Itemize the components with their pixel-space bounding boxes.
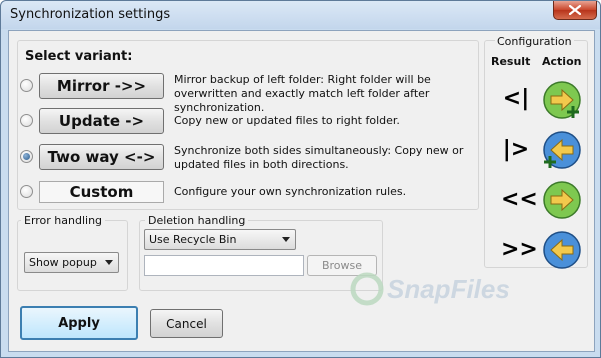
custom-button[interactable]: Custom [39, 181, 164, 203]
title-bar: Synchronization settings [1, 1, 600, 29]
deletion-handling-select[interactable]: Use Recycle Bin [144, 229, 296, 250]
action-column-header: Action [542, 55, 582, 68]
close-button[interactable] [553, 1, 597, 20]
configuration-group: Configuration Result Action <| |> << >> [484, 35, 588, 270]
mirror-radio[interactable] [20, 79, 33, 92]
variant-row-two-way: Two way <-> Synchronize both sides simul… [18, 142, 478, 172]
settings-window: Synchronization settings Select variant:… [0, 0, 601, 358]
green-right-arrow-plus-icon[interactable] [542, 80, 582, 120]
result-left-only: <| [502, 86, 530, 111]
variant-row-custom: Custom Configure your own synchronizatio… [18, 177, 478, 207]
update-button[interactable]: Update -> [39, 108, 164, 134]
chevron-down-icon [282, 237, 290, 242]
variant-row-mirror: Mirror ->> Mirror backup of left folder:… [18, 71, 478, 114]
variant-heading: Select variant: [25, 49, 133, 64]
two-way-button[interactable]: Two way <-> [39, 144, 164, 170]
chevron-down-icon [105, 260, 113, 265]
result-right-only: |> [502, 137, 530, 162]
apply-button[interactable]: Apply [20, 306, 138, 340]
deletion-handling-title: Deletion handling [145, 214, 249, 227]
close-icon [569, 5, 581, 15]
error-handling-value: Show popup [29, 256, 97, 269]
mirror-button[interactable]: Mirror ->> [39, 73, 164, 99]
result-column-header: Result [491, 55, 531, 68]
cancel-button[interactable]: Cancel [150, 309, 223, 338]
two-way-description: Synchronize both sides simultaneously: C… [174, 144, 464, 171]
watermark-text: SnapFiles [387, 274, 510, 304]
configuration-title: Configuration [495, 35, 574, 48]
error-handling-title: Error handling [21, 214, 106, 227]
dialog-client-area: Select variant: Mirror ->> Mirror backup… [8, 30, 595, 352]
error-handling-group: Error handling Show popup [17, 214, 128, 291]
deletion-handling-group: Deletion handling Use Recycle Bin Browse [139, 214, 383, 291]
result-left-newer: << [501, 187, 538, 212]
versioning-folder-input[interactable] [144, 255, 304, 276]
deletion-handling-value: Use Recycle Bin [149, 233, 237, 246]
variant-group: Select variant: Mirror ->> Mirror backup… [17, 40, 479, 210]
snapfiles-watermark: SnapFiles [350, 272, 510, 306]
window-title: Synchronization settings [10, 7, 171, 22]
update-radio[interactable] [20, 114, 33, 127]
blue-left-arrow-plus-icon[interactable] [542, 130, 582, 170]
error-handling-select[interactable]: Show popup [24, 252, 119, 273]
variant-row-update: Update -> Copy new or updated files to r… [18, 106, 478, 136]
custom-description: Configure your own synchronization rules… [174, 185, 407, 198]
custom-radio[interactable] [20, 185, 33, 198]
result-right-newer: >> [501, 237, 538, 262]
green-right-arrow-icon[interactable] [542, 180, 582, 220]
blue-left-arrow-icon[interactable] [542, 230, 582, 270]
update-description: Copy new or updated files to right folde… [174, 114, 400, 127]
two-way-radio[interactable] [20, 150, 33, 163]
